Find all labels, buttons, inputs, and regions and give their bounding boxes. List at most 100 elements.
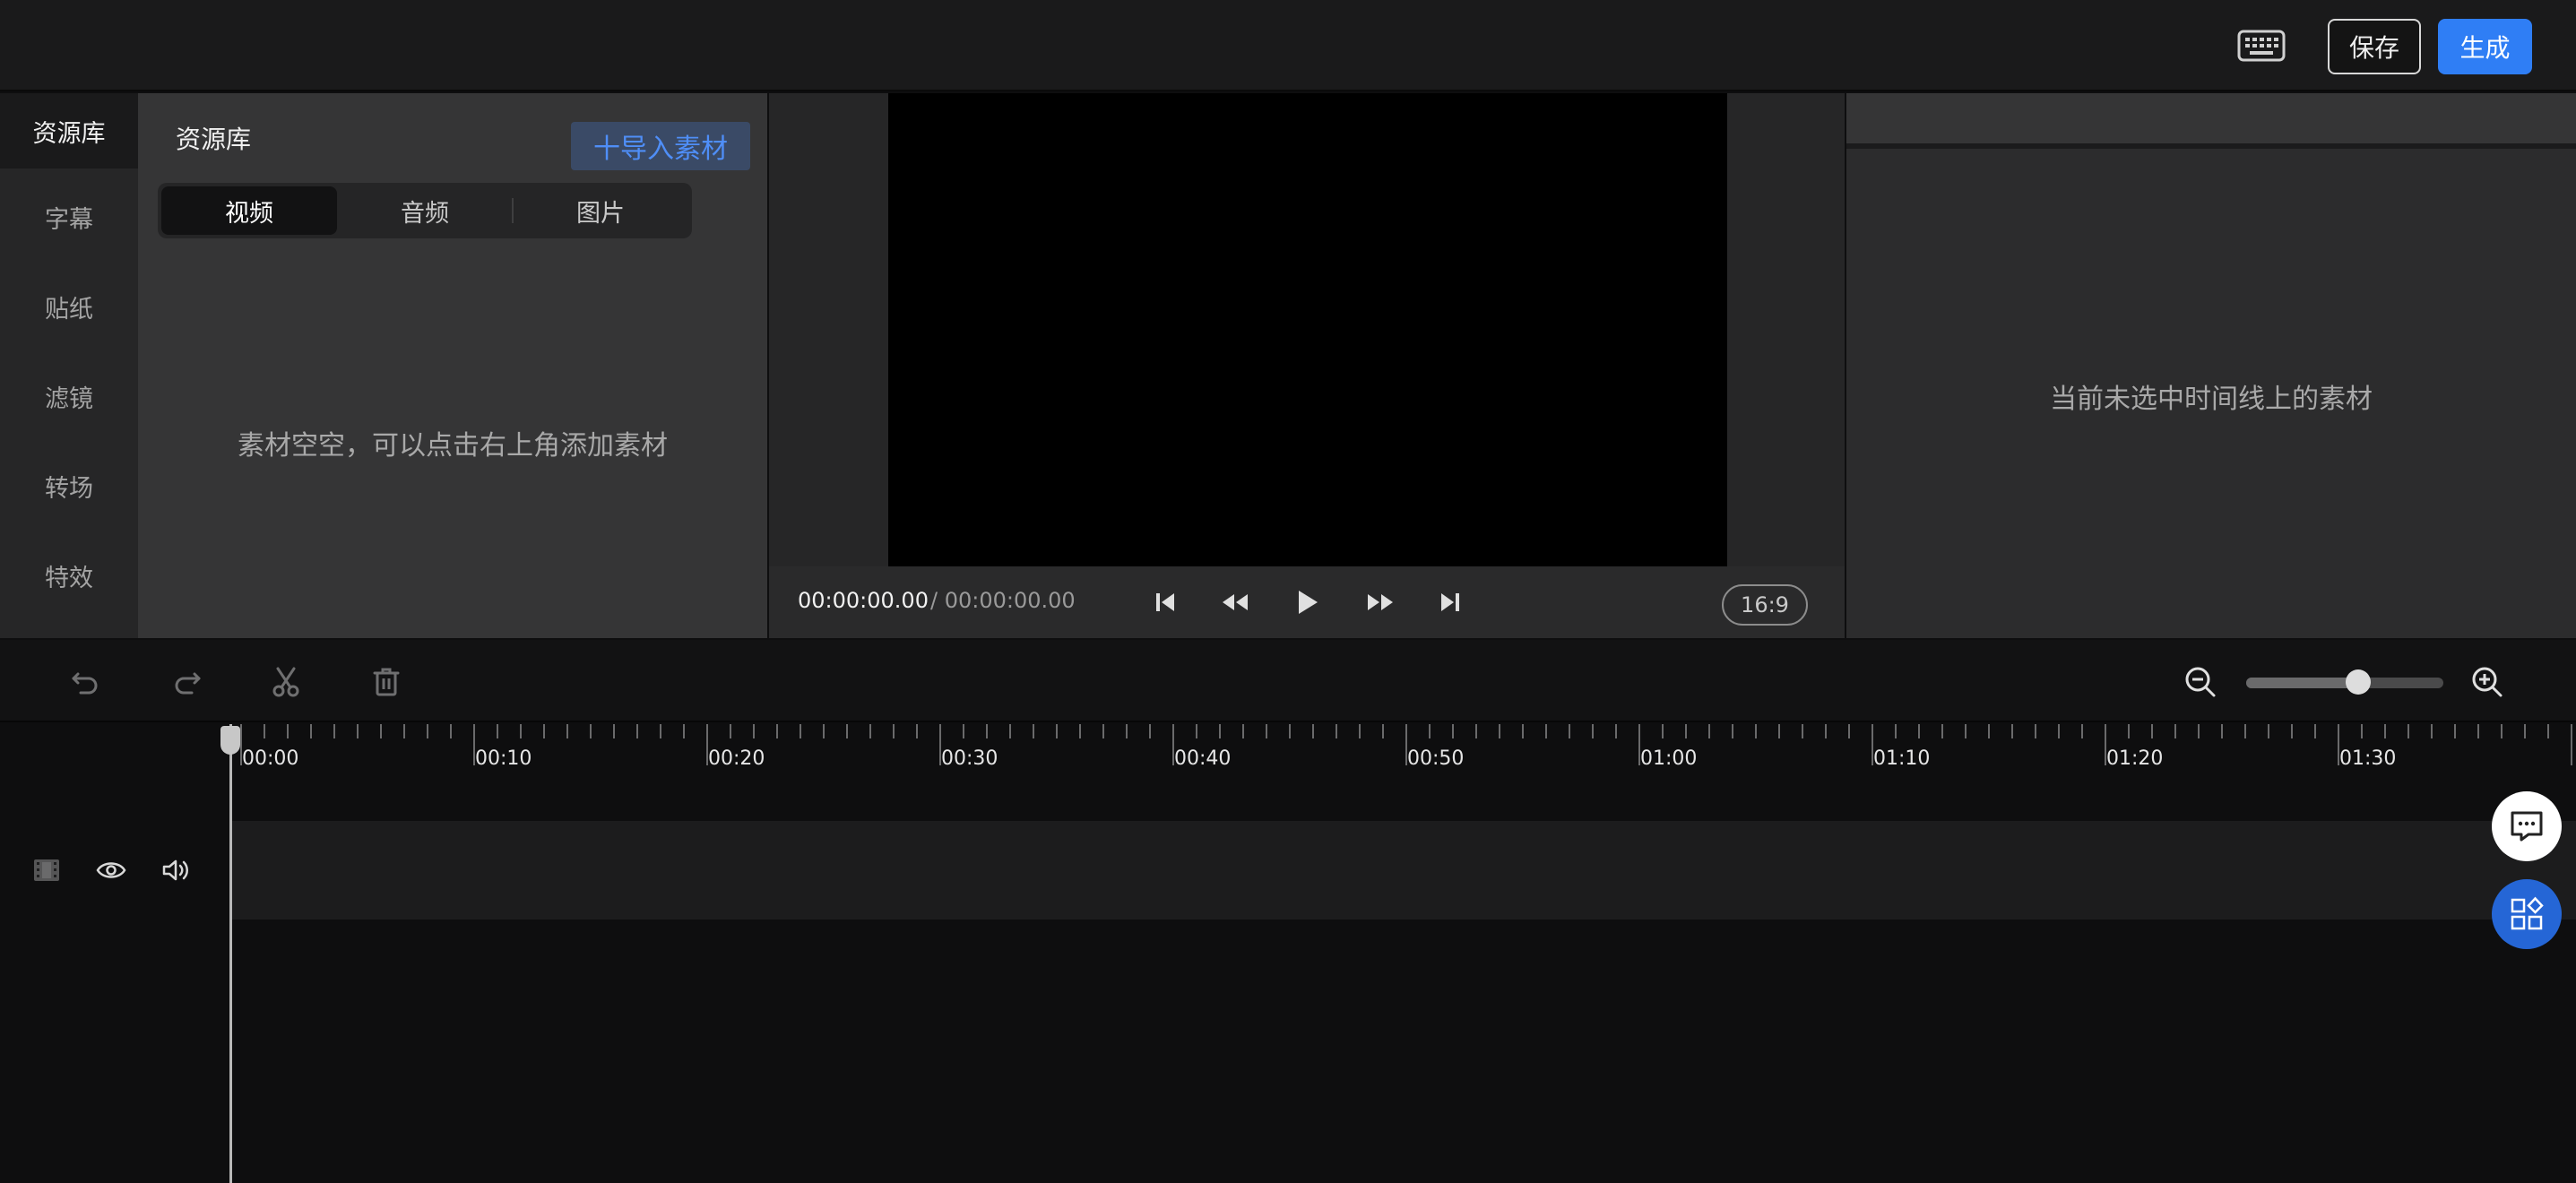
tab-audio[interactable]: 音频 xyxy=(337,186,513,235)
ruler-minor-tick xyxy=(2151,724,2153,738)
preview-panel: 00:00:00.00 / 00:00:00.00 16:9 xyxy=(769,93,1845,638)
fast-forward-icon[interactable] xyxy=(1361,583,1400,622)
ruler-minor-tick xyxy=(613,724,615,738)
ruler-minor-tick xyxy=(1382,724,1384,738)
ruler-minor-tick xyxy=(1685,724,1687,738)
ruler-minor-tick xyxy=(1848,724,1850,738)
ruler-tick-label: 00:10 xyxy=(475,747,532,770)
ruler-minor-tick xyxy=(753,724,755,738)
ruler-minor-tick xyxy=(1732,724,1733,738)
video-canvas[interactable] xyxy=(888,93,1727,566)
ruler-minor-tick xyxy=(380,724,382,738)
ruler-minor-tick xyxy=(730,724,731,738)
ruler-minor-tick xyxy=(1918,724,1920,738)
library-panel: 资源库 十导入素材 视频 音频 图片 素材空空，可以点击右上角添加素材 xyxy=(138,93,767,638)
ruler-minor-tick xyxy=(590,724,592,738)
ruler-minor-tick xyxy=(1149,724,1151,738)
sidebar-item-stickers[interactable]: 贴纸 xyxy=(0,269,138,344)
ruler-minor-tick xyxy=(1708,724,1710,738)
ruler-minor-tick xyxy=(2198,724,2200,738)
ruler-minor-tick xyxy=(1592,724,1594,738)
zoom-slider[interactable] xyxy=(2246,669,2443,695)
skip-start-icon[interactable] xyxy=(1145,583,1185,622)
time-ruler[interactable]: 00:00 00:10 00:20 00:30 00:40 00:50 01:00 01:10… xyxy=(229,724,2576,821)
ruler-minor-tick xyxy=(1429,724,1431,738)
ruler-minor-tick xyxy=(2361,724,2363,738)
timeline: 00:00 00:10 00:20 00:30 00:40 00:50 01:00 01:10… xyxy=(0,724,2576,1183)
ruler-minor-tick xyxy=(1196,724,1197,738)
apps-icon[interactable] xyxy=(2492,879,2562,949)
ruler-minor-tick xyxy=(497,724,498,738)
ruler-minor-tick xyxy=(683,724,685,738)
keyboard-icon[interactable] xyxy=(2235,27,2287,65)
ruler-minor-tick xyxy=(1009,724,1011,738)
ruler-minor-tick xyxy=(310,724,312,738)
ruler-minor-tick xyxy=(1802,724,1803,738)
eye-icon[interactable] xyxy=(92,851,130,889)
playhead-handle[interactable] xyxy=(220,726,240,755)
ruler-minor-tick xyxy=(520,724,522,738)
ruler-minor-tick xyxy=(963,724,964,738)
tab-image[interactable]: 图片 xyxy=(513,186,688,235)
sidebar-item-filters[interactable]: 滤镜 xyxy=(0,358,138,434)
media-tabs: 视频 音频 图片 xyxy=(158,183,692,238)
timeline-toolbar xyxy=(0,640,2576,722)
top-bar: 保存 生成 xyxy=(0,0,2576,91)
ruler-minor-tick xyxy=(2058,724,2060,738)
film-icon[interactable] xyxy=(28,851,65,889)
ruler-minor-tick xyxy=(333,724,335,738)
cut-icon[interactable] xyxy=(265,661,307,703)
library-empty-message: 素材空空，可以点击右上角添加素材 xyxy=(238,430,668,462)
redo-icon[interactable] xyxy=(167,661,208,703)
ruler-minor-tick xyxy=(1499,724,1500,738)
ruler-minor-tick xyxy=(1266,724,1267,738)
generate-button[interactable]: 生成 xyxy=(2438,19,2532,74)
ruler-minor-tick xyxy=(450,724,452,738)
ruler-minor-tick xyxy=(1033,724,1034,738)
zoom-in-icon[interactable] xyxy=(2467,661,2508,703)
ruler-minor-tick xyxy=(1662,724,1664,738)
volume-icon[interactable] xyxy=(157,851,194,889)
ruler-minor-tick xyxy=(1988,724,1990,738)
ruler-minor-tick xyxy=(660,724,661,738)
undo-icon[interactable] xyxy=(65,661,106,703)
ruler-minor-tick xyxy=(2524,724,2526,738)
ruler-tick-label: 00:50 xyxy=(1407,747,1465,770)
total-time: / 00:00:00.00 xyxy=(930,588,1076,613)
play-icon[interactable] xyxy=(1287,583,1327,622)
ruler-minor-tick xyxy=(1825,724,1827,738)
ruler-minor-tick xyxy=(1545,724,1547,738)
sidebar-item-transitions[interactable]: 转场 xyxy=(0,448,138,523)
video-track[interactable] xyxy=(229,821,2576,920)
ruler-minor-tick xyxy=(986,724,988,738)
zoom-out-icon[interactable] xyxy=(2180,661,2221,703)
delete-icon[interactable] xyxy=(366,661,407,703)
ruler-minor-tick xyxy=(2011,724,2013,738)
playback-controls: 00:00:00.00 / 00:00:00.00 16:9 xyxy=(769,566,1845,638)
chat-icon[interactable] xyxy=(2492,791,2562,861)
sidebar-item-subtitles[interactable]: 字幕 xyxy=(0,179,138,255)
ruler-minor-tick xyxy=(1615,724,1617,738)
tab-video[interactable]: 视频 xyxy=(161,186,337,235)
sidebar: 资源库 字幕 贴纸 滤镜 转场 特效 xyxy=(0,93,138,638)
ruler-minor-tick xyxy=(2244,724,2246,738)
ruler-minor-tick xyxy=(2291,724,2293,738)
sidebar-item-effects[interactable]: 特效 xyxy=(0,538,138,613)
skip-end-icon[interactable] xyxy=(1431,583,1470,622)
ruler-tick-label: 00:20 xyxy=(708,747,765,770)
rewind-icon[interactable] xyxy=(1215,583,1255,622)
ruler-minor-tick xyxy=(2081,724,2083,738)
ruler-minor-tick xyxy=(2035,724,2036,738)
ruler-minor-tick xyxy=(2547,724,2549,738)
zoom-slider-handle[interactable] xyxy=(2346,669,2372,695)
ruler-minor-tick xyxy=(916,724,918,738)
import-media-button[interactable]: 十导入素材 xyxy=(571,122,750,170)
ruler-tick-label: 00:30 xyxy=(941,747,998,770)
ruler-minor-tick xyxy=(2268,724,2269,738)
ruler-minor-tick xyxy=(636,724,638,738)
save-button[interactable]: 保存 xyxy=(2328,19,2421,74)
ruler-minor-tick xyxy=(2431,724,2433,738)
aspect-ratio-button[interactable]: 16:9 xyxy=(1722,584,1808,626)
ruler-tick-label: 00:00 xyxy=(242,747,299,770)
sidebar-item-library[interactable]: 资源库 xyxy=(0,93,138,168)
